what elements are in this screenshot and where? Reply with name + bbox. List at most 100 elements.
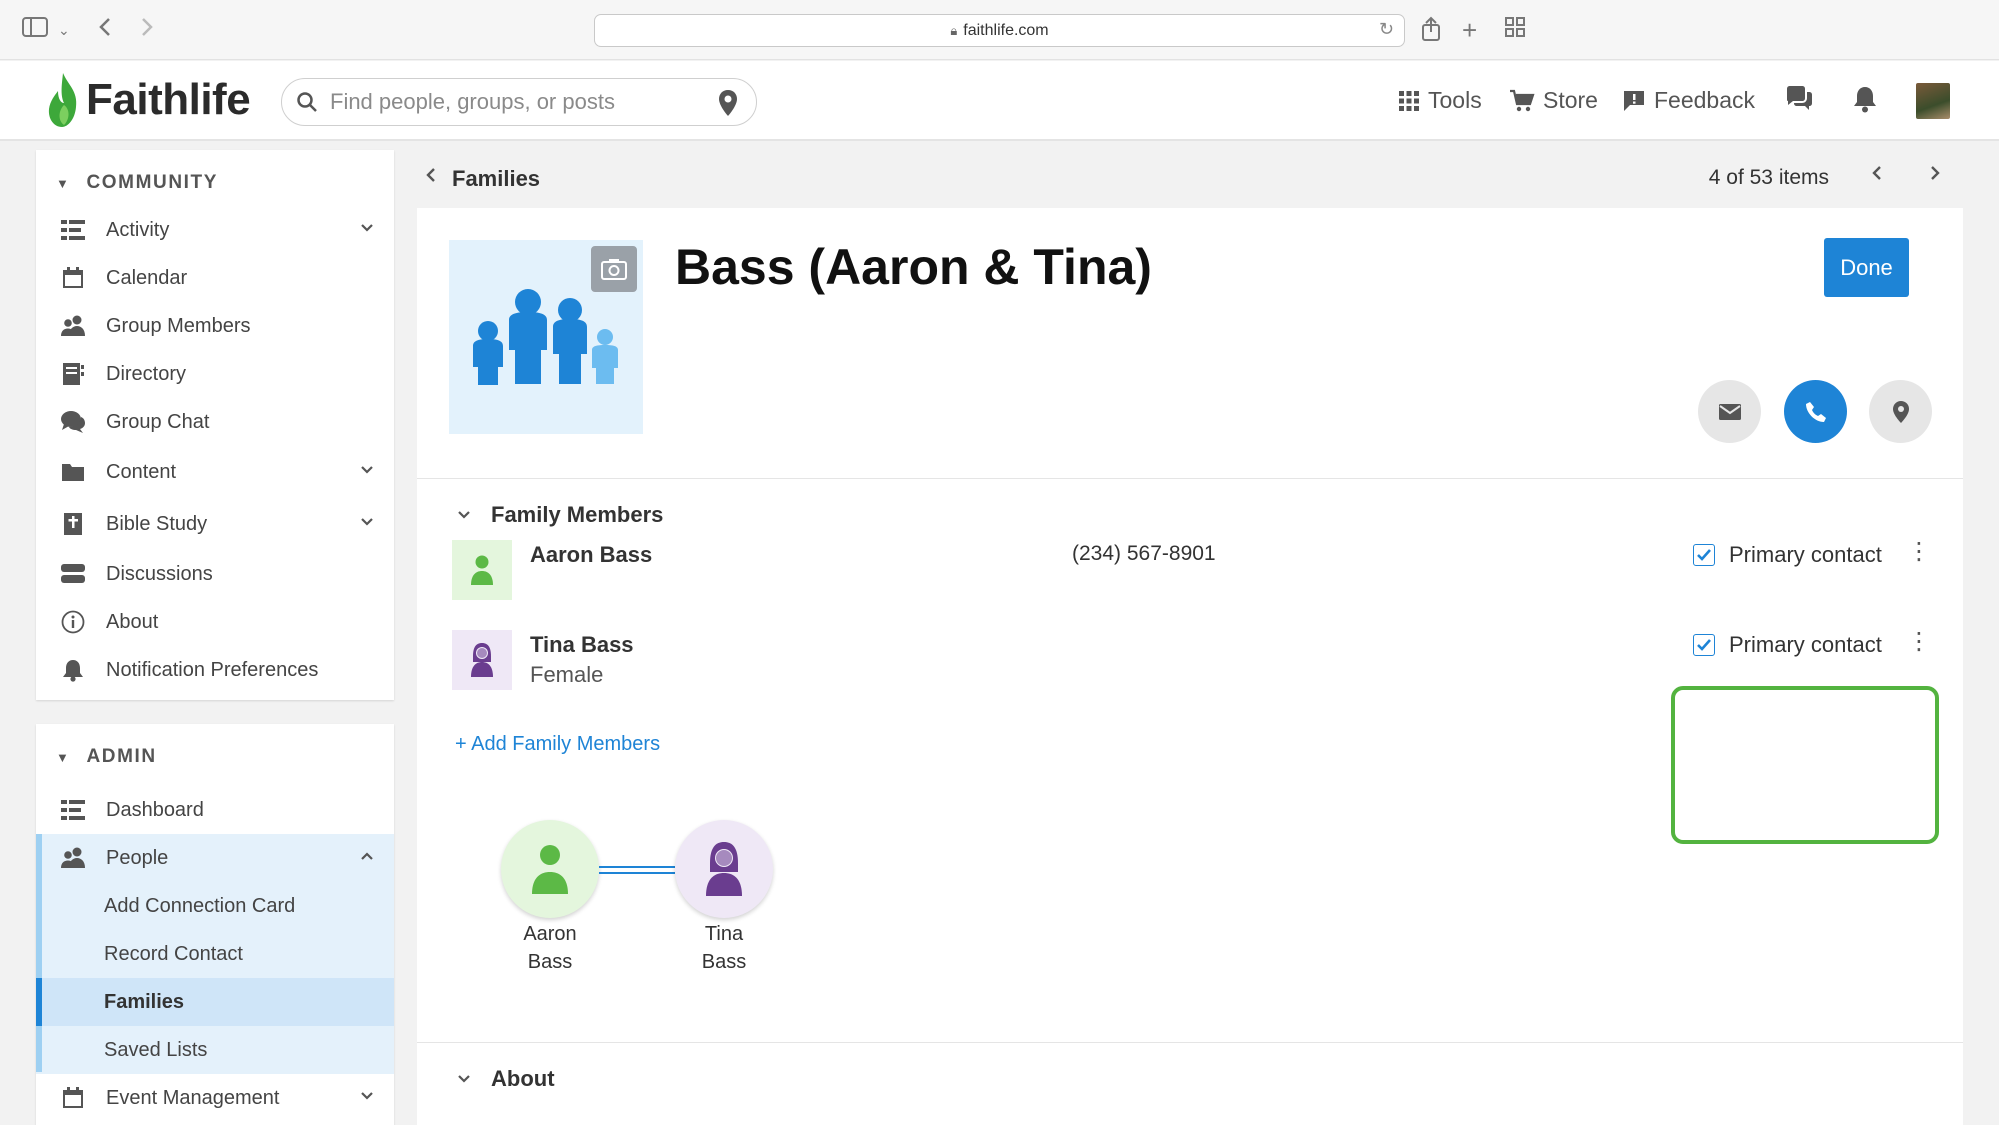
family-photo[interactable] xyxy=(449,240,643,434)
sidebar-item-about[interactable]: About xyxy=(36,598,394,646)
prev-item-button[interactable] xyxy=(1871,164,1883,188)
lock-icon: 🔒︎ xyxy=(950,22,958,38)
tab-overview-icon[interactable] xyxy=(1504,16,1526,45)
member-name[interactable]: Aaron Bass xyxy=(530,542,652,568)
sidebar-item-families[interactable]: Families xyxy=(36,978,394,1026)
member-avatar[interactable] xyxy=(452,630,512,690)
sidebar-item-record-contact[interactable]: Record Contact xyxy=(36,930,394,978)
community-section-toggle[interactable]: ▼ COMMUNITY xyxy=(56,172,218,194)
tree-node[interactable] xyxy=(675,820,773,918)
forward-icon[interactable] xyxy=(140,16,154,45)
new-tab-icon[interactable]: + xyxy=(1462,16,1477,44)
nav-store[interactable]: Store xyxy=(1509,87,1598,114)
tree-node-label: Aaron Bass xyxy=(490,920,610,976)
sidebar-item-discussions[interactable]: Discussions xyxy=(36,550,394,598)
member-avatar[interactable] xyxy=(452,540,512,600)
female-avatar-icon xyxy=(471,643,493,677)
sidebar-toggle-icon[interactable] xyxy=(22,16,48,45)
sidebar-item-label: About xyxy=(106,610,159,633)
back-icon[interactable] xyxy=(98,16,112,45)
family-name: Bass (Aaron & Tina) xyxy=(675,239,1152,295)
cart-icon xyxy=(1509,89,1535,113)
sidebar-item-activity[interactable]: Activity xyxy=(36,206,394,254)
community-title: COMMUNITY xyxy=(86,172,219,193)
add-family-members-link[interactable]: + Add Family Members xyxy=(455,733,660,756)
tree-node[interactable] xyxy=(501,820,599,918)
member-name[interactable]: Tina Bass xyxy=(530,632,634,658)
chevron-down-icon[interactable] xyxy=(360,514,374,532)
done-button[interactable]: Done xyxy=(1824,238,1909,297)
sidebar-item-label: Families xyxy=(104,990,185,1013)
sidebar-item-dashboard[interactable]: Dashboard xyxy=(36,786,394,834)
faithlife-logo[interactable]: Faithlife xyxy=(44,71,251,129)
sidebar-item-content[interactable]: Content xyxy=(36,448,394,496)
activity-icon xyxy=(60,217,86,243)
spouse-connector xyxy=(599,866,675,874)
tree-node-first-name: Tina xyxy=(704,923,744,945)
chevron-down-icon[interactable] xyxy=(360,220,374,238)
user-avatar[interactable] xyxy=(1916,83,1950,119)
sidebar-item-saved-lists[interactable]: Saved Lists xyxy=(36,1026,394,1074)
bell-icon[interactable] xyxy=(1852,85,1878,118)
messages-icon[interactable] xyxy=(1784,85,1814,118)
sidebar-item-event-management[interactable]: Event Management xyxy=(36,1074,394,1122)
chevron-left-icon[interactable] xyxy=(425,166,437,190)
about-toggle[interactable]: About xyxy=(457,1066,555,1092)
url-text: faithlife.com xyxy=(963,21,1049,39)
people-icon xyxy=(60,845,86,871)
sidebar-item-group-chat[interactable]: Group Chat xyxy=(36,398,394,446)
chevron-down-icon[interactable] xyxy=(360,462,374,480)
chevron-down-icon[interactable]: ⌄ xyxy=(58,16,70,44)
sidebar-item-calendar[interactable]: Calendar xyxy=(36,254,394,302)
chevron-down-icon[interactable] xyxy=(360,1088,374,1106)
admin-section-toggle[interactable]: ▼ ADMIN xyxy=(56,746,157,768)
calendar-icon xyxy=(60,265,86,291)
tree-node-last-name: Bass xyxy=(701,951,747,973)
location-pin-icon[interactable] xyxy=(718,89,738,122)
nav-feedback[interactable]: Feedback xyxy=(1622,87,1755,114)
grid-icon xyxy=(1398,90,1420,112)
sidebar-item-add-connection-card[interactable]: Add Connection Card xyxy=(36,882,394,930)
search-input[interactable] xyxy=(330,87,690,117)
sidebar-item-label: Calendar xyxy=(106,266,188,289)
sidebar-item-people[interactable]: People xyxy=(36,834,394,882)
chevron-down-icon xyxy=(457,507,471,524)
sidebar-item-label: Directory xyxy=(106,362,187,385)
sidebar-item-group-members[interactable]: Group Members xyxy=(36,302,394,350)
call-button[interactable] xyxy=(1784,380,1847,443)
search-icon xyxy=(296,91,318,118)
breadcrumb: Families 4 of 53 items xyxy=(417,150,1963,208)
active-item-indicator xyxy=(36,978,42,1026)
sidebar-item-notification-preferences[interactable]: Notification Preferences xyxy=(36,646,394,694)
chevron-up-icon[interactable] xyxy=(360,848,374,866)
sidebar-item-label: Saved Lists xyxy=(104,1038,208,1061)
breadcrumb-families[interactable]: Families xyxy=(452,166,540,192)
primary-contact-checkbox[interactable]: Primary contact xyxy=(1693,632,1882,658)
chevron-right-icon xyxy=(1931,166,1940,180)
share-icon[interactable] xyxy=(1420,16,1442,49)
sidebar-item-label: Group Members xyxy=(106,314,251,337)
primary-contact-checkbox[interactable]: Primary contact xyxy=(1693,542,1882,568)
email-button[interactable] xyxy=(1698,380,1761,443)
sidebar-item-label: Record Contact xyxy=(104,942,243,965)
family-members-toggle[interactable]: Family Members xyxy=(457,502,663,528)
checkbox-checked-icon[interactable] xyxy=(1693,544,1715,566)
bible-icon xyxy=(60,511,86,537)
sidebar-item-directory[interactable]: Directory xyxy=(36,350,394,398)
change-photo-button[interactable] xyxy=(591,246,637,292)
reload-icon[interactable]: ↻ xyxy=(1379,19,1394,40)
map-button[interactable] xyxy=(1869,380,1932,443)
female-avatar-icon xyxy=(706,842,742,896)
browser-toolbar: ⌄ 🔒︎ faithlife.com ↻ + xyxy=(0,0,1999,60)
family-detail: Bass (Aaron & Tina) Done Family Members … xyxy=(417,208,1963,1125)
next-item-button[interactable] xyxy=(1929,164,1941,188)
address-bar[interactable]: 🔒︎ faithlife.com ↻ xyxy=(594,14,1405,47)
more-options-icon[interactable]: ⋮ xyxy=(1907,540,1931,564)
phone-icon xyxy=(1805,401,1826,422)
member-phone[interactable]: (234) 567-8901 xyxy=(1072,542,1216,566)
more-options-icon[interactable]: ⋮ xyxy=(1907,630,1931,654)
search-box[interactable] xyxy=(281,78,757,126)
checkbox-checked-icon[interactable] xyxy=(1693,634,1715,656)
nav-tools[interactable]: Tools xyxy=(1398,87,1482,114)
sidebar-item-bible-study[interactable]: Bible Study xyxy=(36,500,394,548)
